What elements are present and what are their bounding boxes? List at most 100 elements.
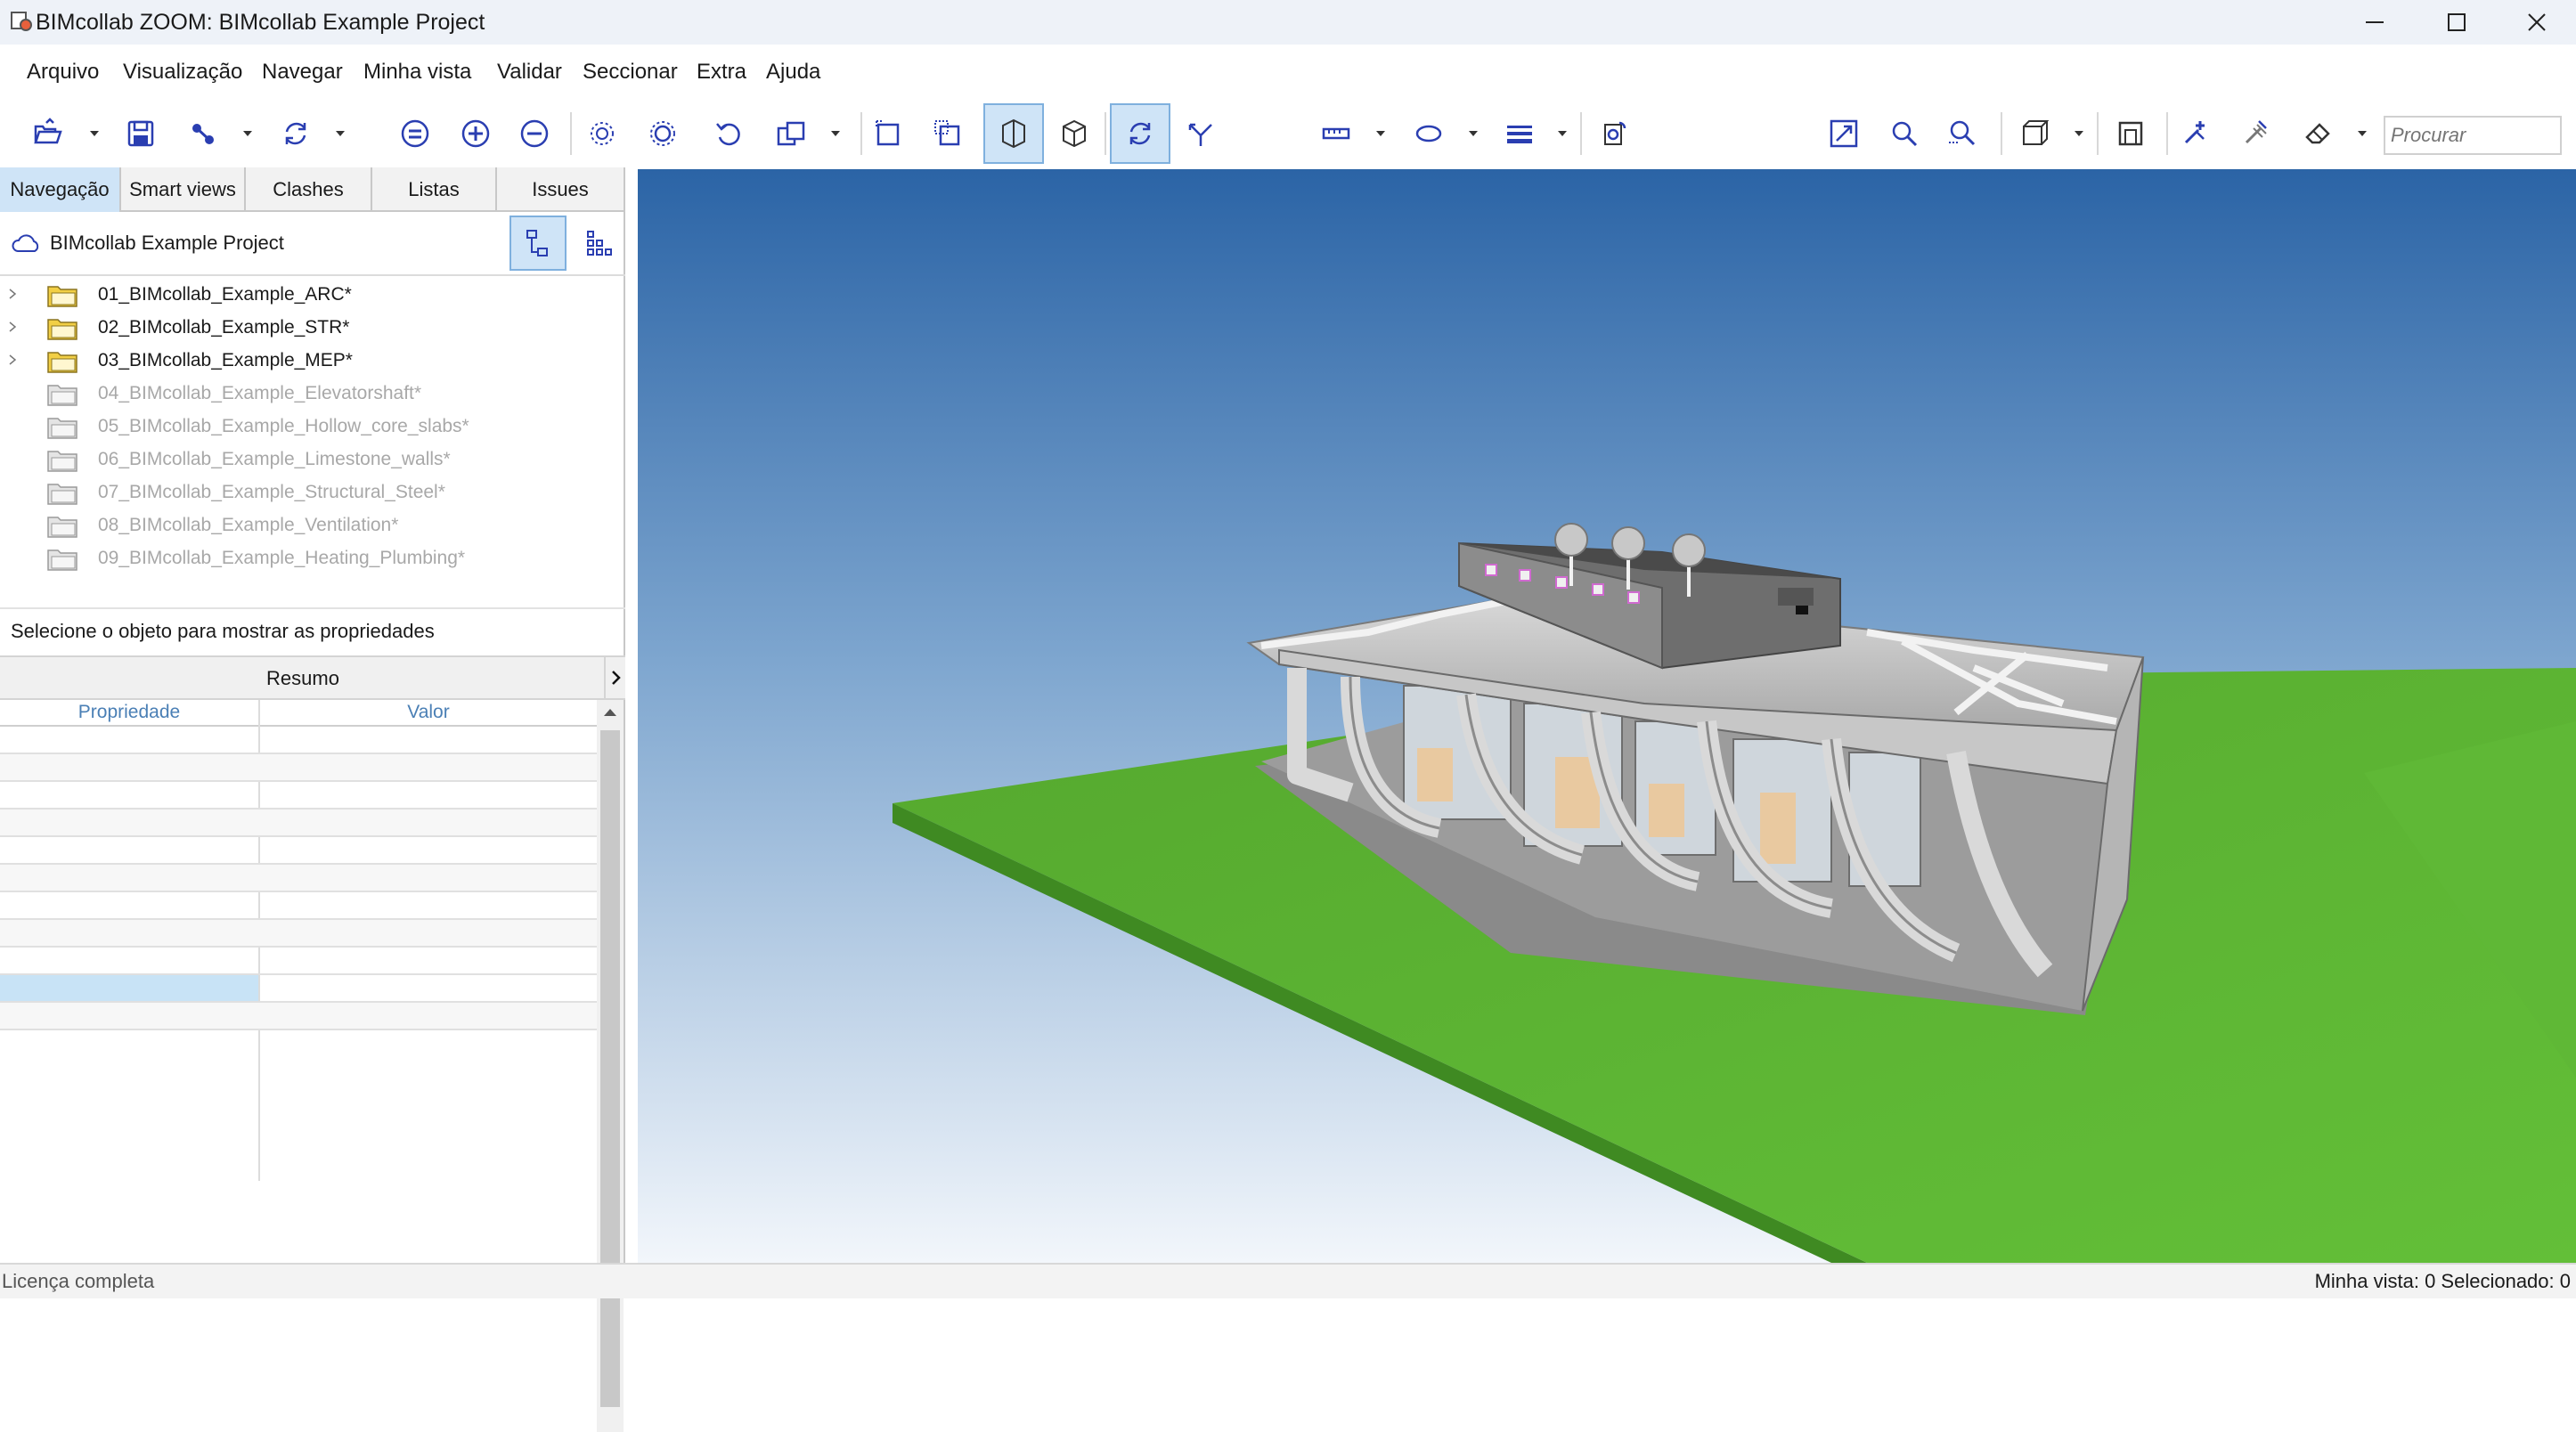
model-label: 06_BIMcollab_Example_Limestone_walls* [98,449,451,469]
undo-button[interactable] [704,109,754,159]
table-row[interactable] [0,754,597,782]
table-row[interactable] [0,865,597,892]
table-row[interactable] [0,948,597,975]
tree-item-model-08[interactable]: 08_BIMcollab_Example_Ventilation* [0,509,625,541]
table-row[interactable] [0,920,597,948]
snapshot-button[interactable] [1589,109,1639,159]
tab-smart-views[interactable]: Smart views [121,167,246,212]
3d-scene[interactable] [638,169,2576,1263]
property-cell [0,865,258,891]
table-row[interactable] [0,1003,597,1030]
view-preset-button[interactable] [2009,109,2059,159]
column-header-property[interactable]: Propriedade [0,702,258,725]
show-all-button[interactable] [638,109,688,159]
isolate-button[interactable] [577,109,627,159]
equal-button[interactable] [390,109,440,159]
sync-button[interactable] [271,109,321,159]
panel-divider[interactable] [0,607,625,609]
menu-extra[interactable]: Extra [697,60,746,85]
table-row[interactable] [0,892,597,920]
tab-navegacao[interactable]: Navegação [0,167,121,212]
clear-markup-button[interactable] [2230,109,2280,159]
tree-item-model-06[interactable]: 06_BIMcollab_Example_Limestone_walls* [0,443,625,476]
tree-view-toggle[interactable] [509,216,567,271]
tree-item-model-05[interactable]: 05_BIMcollab_Example_Hollow_core_slabs* [0,410,625,443]
zoom-button[interactable] [1879,109,1929,159]
maximize-icon [2448,13,2466,31]
tree-item-model-01[interactable]: 01_BIMcollab_Example_ARC* [0,278,625,311]
ellipse-icon [1415,125,1442,142]
remove-button[interactable] [509,109,559,159]
tree-view-icon [526,230,548,256]
eraser-button[interactable] [2293,109,2343,159]
tree-item-model-09[interactable]: 09_BIMcollab_Example_Heating_Plumbing* [0,541,625,574]
expand-arrow-icon[interactable] [7,353,18,367]
transparency-dropdown[interactable] [828,125,843,142]
select-window-button[interactable] [923,109,973,159]
search-input[interactable] [2384,116,2562,155]
eraser-dropdown[interactable] [2355,125,2369,142]
transparency-button[interactable] [766,109,816,159]
toolbar-separator [2001,112,2002,155]
table-row[interactable] [0,810,597,837]
window-title: BIMcollab ZOOM: BIMcollab Example Projec… [36,10,485,35]
menu-visualizacao[interactable]: Visualização [123,60,242,85]
ellipse-button[interactable] [1404,109,1454,159]
tab-clashes[interactable]: Clashes [246,167,372,212]
table-row[interactable] [0,975,597,1003]
tree-item-model-02[interactable]: 02_BIMcollab_Example_STR* [0,311,625,344]
3d-viewport[interactable] [638,169,2576,1263]
minimize-button[interactable] [2334,0,2416,45]
table-row[interactable] [0,837,597,865]
walk-button[interactable] [1176,109,1226,159]
grid-view-toggle[interactable] [570,216,627,271]
tab-listas[interactable]: Listas [372,167,497,212]
zoom-extents-button[interactable] [1819,109,1869,159]
menu-arquivo[interactable]: Arquivo [27,60,99,85]
measure-dropdown[interactable] [1374,125,1388,142]
zoom-selection-button[interactable] [1938,109,1988,159]
maximize-button[interactable] [2416,0,2498,45]
line-weight-dropdown[interactable] [1555,125,1569,142]
project-row[interactable]: BIMcollab Example Project [0,212,625,276]
section-box-button[interactable] [983,103,1044,164]
toolbar-separator [1105,112,1106,155]
summary-bar[interactable]: Resumo [0,655,625,700]
tree-item-model-07[interactable]: 07_BIMcollab_Example_Structural_Steel* [0,476,625,509]
save-button[interactable] [116,109,166,159]
connect-button[interactable] [178,109,228,159]
ellipse-dropdown[interactable] [1466,125,1480,142]
measure-button[interactable] [1311,109,1361,159]
select-box-button[interactable] [864,109,914,159]
close-button[interactable] [2496,0,2576,45]
expand-arrow-icon[interactable] [7,287,18,301]
tab-issues[interactable]: Issues [497,167,625,212]
model-label: 01_BIMcollab_Example_ARC* [98,284,352,305]
summary-expand-button[interactable] [604,657,625,698]
menu-validar[interactable]: Validar [497,60,562,85]
menu-ajuda[interactable]: Ajuda [766,60,820,85]
sync-dropdown[interactable] [333,125,347,142]
table-row[interactable] [0,727,597,754]
box-view-button[interactable] [1049,109,1099,159]
add-issue-button[interactable] [2170,109,2220,159]
tree-item-model-03[interactable]: 03_BIMcollab_Example_MEP* [0,344,625,377]
expand-arrow-icon[interactable] [7,320,18,334]
column-header-value[interactable]: Valor [260,702,597,725]
orbit-button[interactable] [1110,103,1170,164]
floor-plan-button[interactable] [2106,109,2156,159]
connect-dropdown[interactable] [240,125,255,142]
scroll-up-icon[interactable] [602,705,618,720]
line-weight-button[interactable] [1495,109,1545,159]
scrollbar-thumb[interactable] [600,730,620,1407]
menu-navegar[interactable]: Navegar [262,60,343,85]
properties-scrollbar[interactable] [597,700,624,1432]
menu-seccionar[interactable]: Seccionar [583,60,678,85]
tree-item-model-04[interactable]: 04_BIMcollab_Example_Elevatorshaft* [0,377,625,410]
open-button[interactable] [23,109,73,159]
menu-minha-vista[interactable]: Minha vista [363,60,471,85]
add-button[interactable] [451,109,501,159]
table-row[interactable] [0,782,597,810]
open-dropdown[interactable] [87,125,102,142]
view-preset-dropdown[interactable] [2072,125,2086,142]
